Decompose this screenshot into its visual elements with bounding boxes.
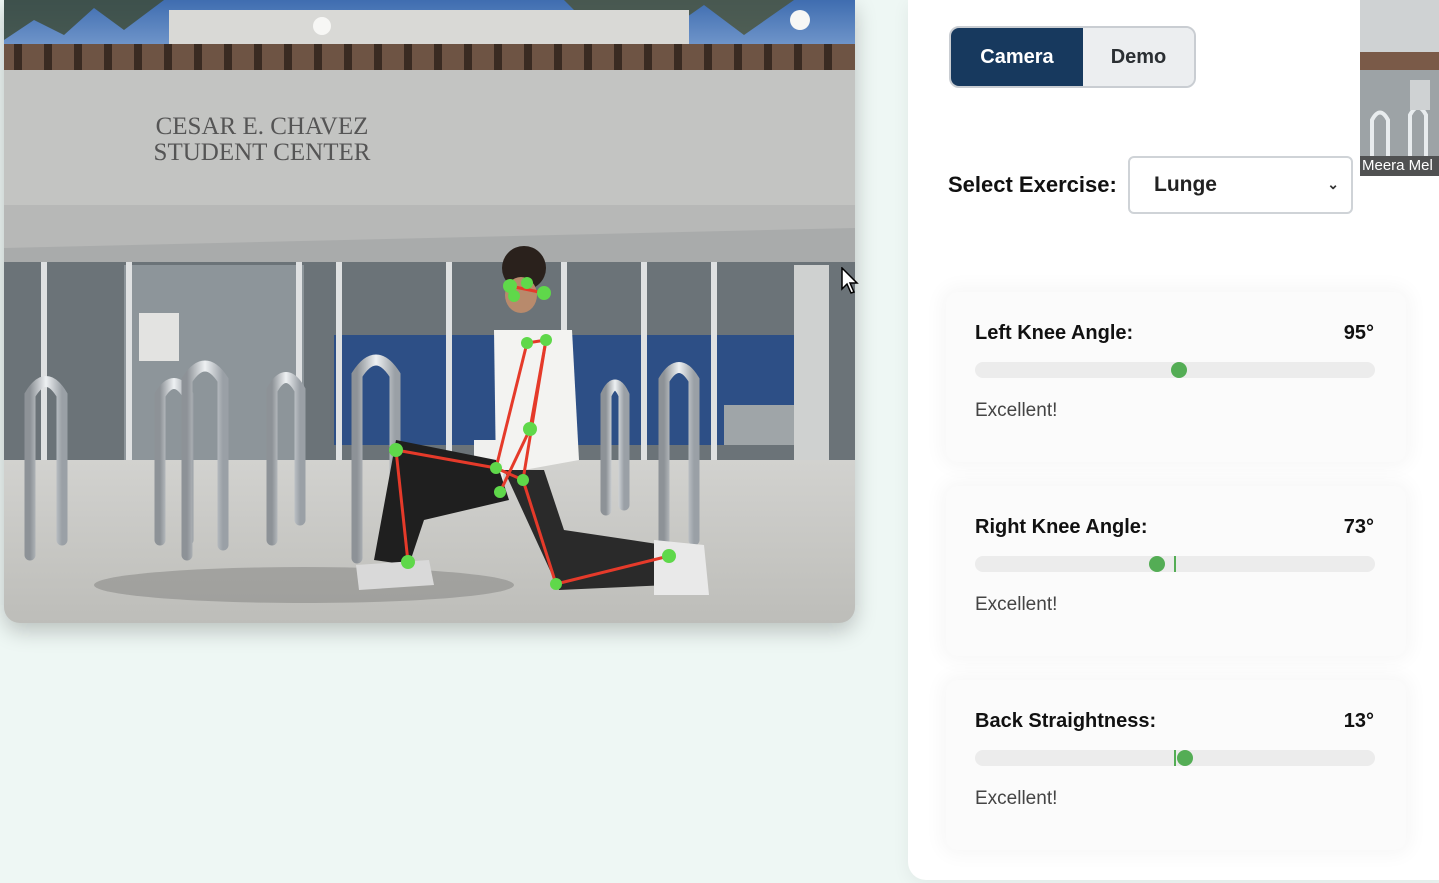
- exercise-select[interactable]: Lunge ⌄: [1128, 156, 1353, 214]
- chevron-down-icon: ⌄: [1327, 176, 1339, 192]
- metric-value: 95°: [1343, 322, 1374, 344]
- mouse-cursor-icon: [841, 267, 859, 294]
- metric-card: Left Knee Angle: 95° Excellent!: [946, 292, 1406, 462]
- metric-feedback: Excellent!: [975, 788, 1058, 809]
- metric-target-marker: [1174, 750, 1176, 766]
- metric-gauge-track: [975, 750, 1375, 766]
- exercise-selected-value: Lunge: [1154, 173, 1217, 196]
- metric-feedback: Excellent!: [975, 594, 1058, 615]
- metric-card: Back Straightness: 13° Excellent!: [946, 680, 1406, 850]
- metric-name: Back Straightness:: [975, 710, 1157, 732]
- metric-card: Right Knee Angle: 73° Excellent!: [946, 486, 1406, 656]
- exercise-select-label: Select Exercise:: [948, 172, 1117, 197]
- metric-gauge-indicator: [1149, 556, 1165, 572]
- mode-toggle: Camera Demo: [949, 26, 1196, 88]
- metric-gauge-indicator: [1171, 362, 1187, 378]
- participant-name: Meera Mel: [1360, 156, 1439, 176]
- participant-thumbnail[interactable]: Meera Mel: [1360, 0, 1439, 176]
- metric-gauge-track: [975, 556, 1375, 572]
- metric-value: 13°: [1343, 710, 1374, 732]
- metric-gauge-indicator: [1177, 750, 1193, 766]
- metric-name: Right Knee Angle:: [975, 516, 1148, 538]
- camera-mode-button[interactable]: Camera: [951, 28, 1083, 86]
- demo-mode-button[interactable]: Demo: [1083, 28, 1194, 86]
- camera-feed: CESAR E. CHAVEZ STUDENT CENTER: [4, 0, 855, 623]
- metric-target-marker: [1174, 556, 1176, 572]
- building-sign-line1: CESAR E. CHAVEZ: [156, 113, 369, 140]
- metric-feedback: Excellent!: [975, 400, 1058, 421]
- building-sign-line2: STUDENT CENTER: [154, 139, 371, 166]
- participant-video: [1360, 0, 1439, 156]
- metric-name: Left Knee Angle:: [975, 322, 1134, 344]
- metric-value: 73°: [1343, 516, 1374, 538]
- exercise-select-row: Select Exercise: Lunge ⌄: [948, 156, 1353, 214]
- camera-frame: CESAR E. CHAVEZ STUDENT CENTER: [4, 0, 855, 623]
- metric-gauge-track: [975, 362, 1375, 378]
